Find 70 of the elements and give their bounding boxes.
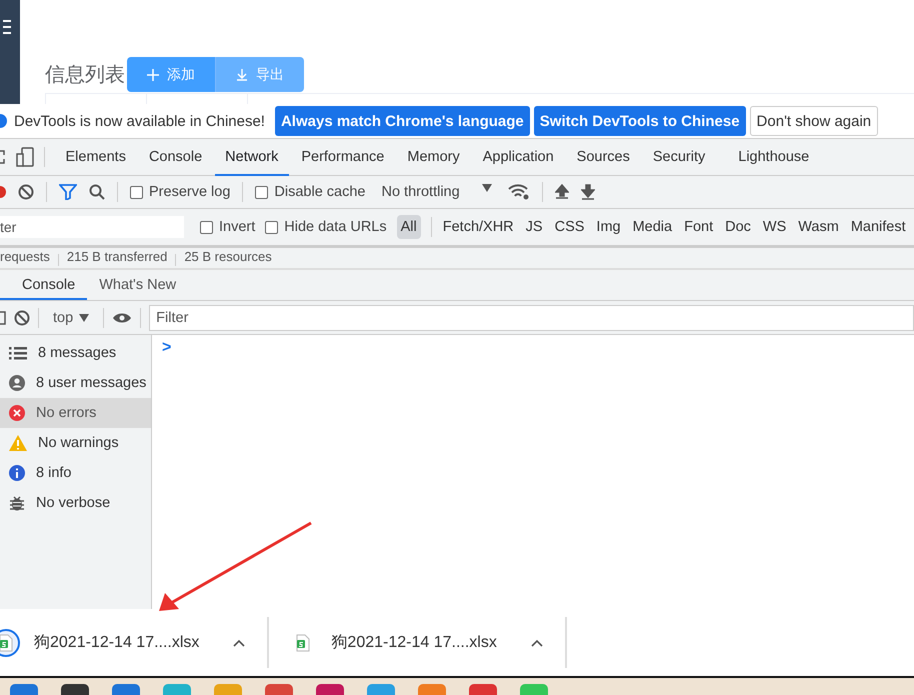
resource-type-filter[interactable]: Font bbox=[683, 215, 714, 239]
sidebar-toggle-icon[interactable] bbox=[0, 310, 6, 324]
context-dropdown[interactable]: top bbox=[47, 308, 96, 326]
list-icon bbox=[9, 346, 27, 360]
resource-type-filter[interactable]: Wasm bbox=[797, 215, 840, 239]
resource-type-filter[interactable]: Media bbox=[632, 215, 674, 239]
devtools-tab[interactable]: Elements bbox=[55, 140, 136, 176]
devtools-tab[interactable]: Security bbox=[642, 140, 716, 176]
resource-type-filter[interactable]: WS bbox=[762, 215, 788, 239]
wifi-settings-icon[interactable] bbox=[508, 184, 530, 200]
infobar-message: DevTools is now available in Chinese! bbox=[14, 112, 265, 130]
console-filter-field[interactable]: Filter bbox=[149, 304, 914, 330]
info-icon bbox=[0, 113, 8, 129]
resource-type-filter[interactable]: CSS bbox=[554, 215, 586, 239]
dropdown-caret-icon bbox=[482, 184, 492, 192]
console-sidebar-item[interactable]: 8 user messages bbox=[0, 368, 151, 398]
download-icon[interactable] bbox=[580, 184, 595, 200]
resource-type-filter[interactable]: Doc bbox=[724, 215, 752, 239]
bug-icon bbox=[9, 495, 25, 511]
invert-checkbox[interactable]: Invert bbox=[200, 219, 256, 235]
devtools-tab[interactable]: Application bbox=[472, 140, 564, 176]
devtools-tab[interactable]: Sources bbox=[566, 140, 640, 176]
filter-icon[interactable] bbox=[59, 184, 77, 200]
menu-icon[interactable] bbox=[3, 20, 11, 34]
plus-icon bbox=[147, 68, 159, 80]
download-item[interactable]: 狗2021-12-14 17....xlsx bbox=[0, 617, 270, 668]
chevron-up-icon[interactable] bbox=[233, 638, 246, 646]
search-icon[interactable] bbox=[89, 184, 105, 200]
devtools-tab[interactable]: Lighthouse bbox=[728, 140, 820, 176]
device-icon[interactable] bbox=[16, 147, 34, 167]
download-icon bbox=[236, 68, 248, 80]
devtools-tab[interactable]: Console bbox=[138, 140, 213, 176]
console-sidebar-item[interactable]: 8 messages bbox=[0, 338, 151, 368]
network-summary-text: requests bbox=[0, 249, 50, 265]
resource-type-filter[interactable]: Manifest bbox=[850, 215, 907, 239]
drawer-tab[interactable]: What's New bbox=[87, 272, 188, 300]
clear-icon[interactable] bbox=[14, 310, 30, 326]
warning-icon bbox=[9, 435, 27, 451]
info-icon bbox=[9, 465, 25, 481]
clear-icon[interactable] bbox=[18, 184, 34, 200]
eye-icon[interactable] bbox=[112, 312, 132, 324]
disable-cache-checkbox[interactable]: Disable cache bbox=[255, 184, 366, 200]
network-summary-text: 25 B resources bbox=[184, 249, 272, 265]
resource-type-filter[interactable]: JS bbox=[524, 215, 544, 239]
console-prompt: > bbox=[162, 339, 172, 356]
resource-type-filter[interactable]: Img bbox=[595, 215, 622, 239]
devtools-tab[interactable]: Performance bbox=[290, 140, 395, 176]
upload-icon[interactable] bbox=[554, 184, 569, 200]
console-sidebar-item[interactable]: No warnings bbox=[0, 428, 151, 458]
resource-type-filter[interactable]: All bbox=[396, 215, 421, 239]
infobar-button[interactable]: Always match Chrome's language bbox=[274, 106, 530, 136]
user-icon bbox=[9, 375, 25, 391]
devtools-tab[interactable]: Memory bbox=[396, 140, 470, 176]
page-title: 信息列表 bbox=[45, 63, 125, 88]
console-sidebar-item[interactable]: No verbose bbox=[0, 488, 151, 518]
error-icon bbox=[9, 405, 25, 421]
network-summary-text: 215 B transferred bbox=[66, 249, 168, 265]
console-sidebar-item[interactable]: 8 info bbox=[0, 458, 151, 488]
preserve-log-checkbox[interactable]: Preserve log bbox=[130, 184, 230, 200]
resource-type-filter[interactable]: Fetch/XHR bbox=[442, 215, 515, 239]
infobar-button[interactable]: Switch DevTools to Chinese bbox=[534, 106, 746, 136]
throttling-dropdown[interactable]: No throttling bbox=[377, 184, 496, 200]
record-icon[interactable] bbox=[0, 185, 6, 199]
chevron-up-icon[interactable] bbox=[530, 638, 543, 646]
network-filter-field[interactable]: ter bbox=[0, 216, 184, 238]
hide-data-urls-checkbox[interactable]: Hide data URLs bbox=[265, 219, 387, 235]
infobar-button[interactable]: Don't show again bbox=[750, 106, 878, 136]
dropdown-caret-icon bbox=[79, 314, 90, 322]
console-sidebar-item[interactable]: No errors bbox=[0, 398, 151, 428]
download-item[interactable]: 狗2021-12-14 17....xlsx bbox=[269, 617, 567, 668]
